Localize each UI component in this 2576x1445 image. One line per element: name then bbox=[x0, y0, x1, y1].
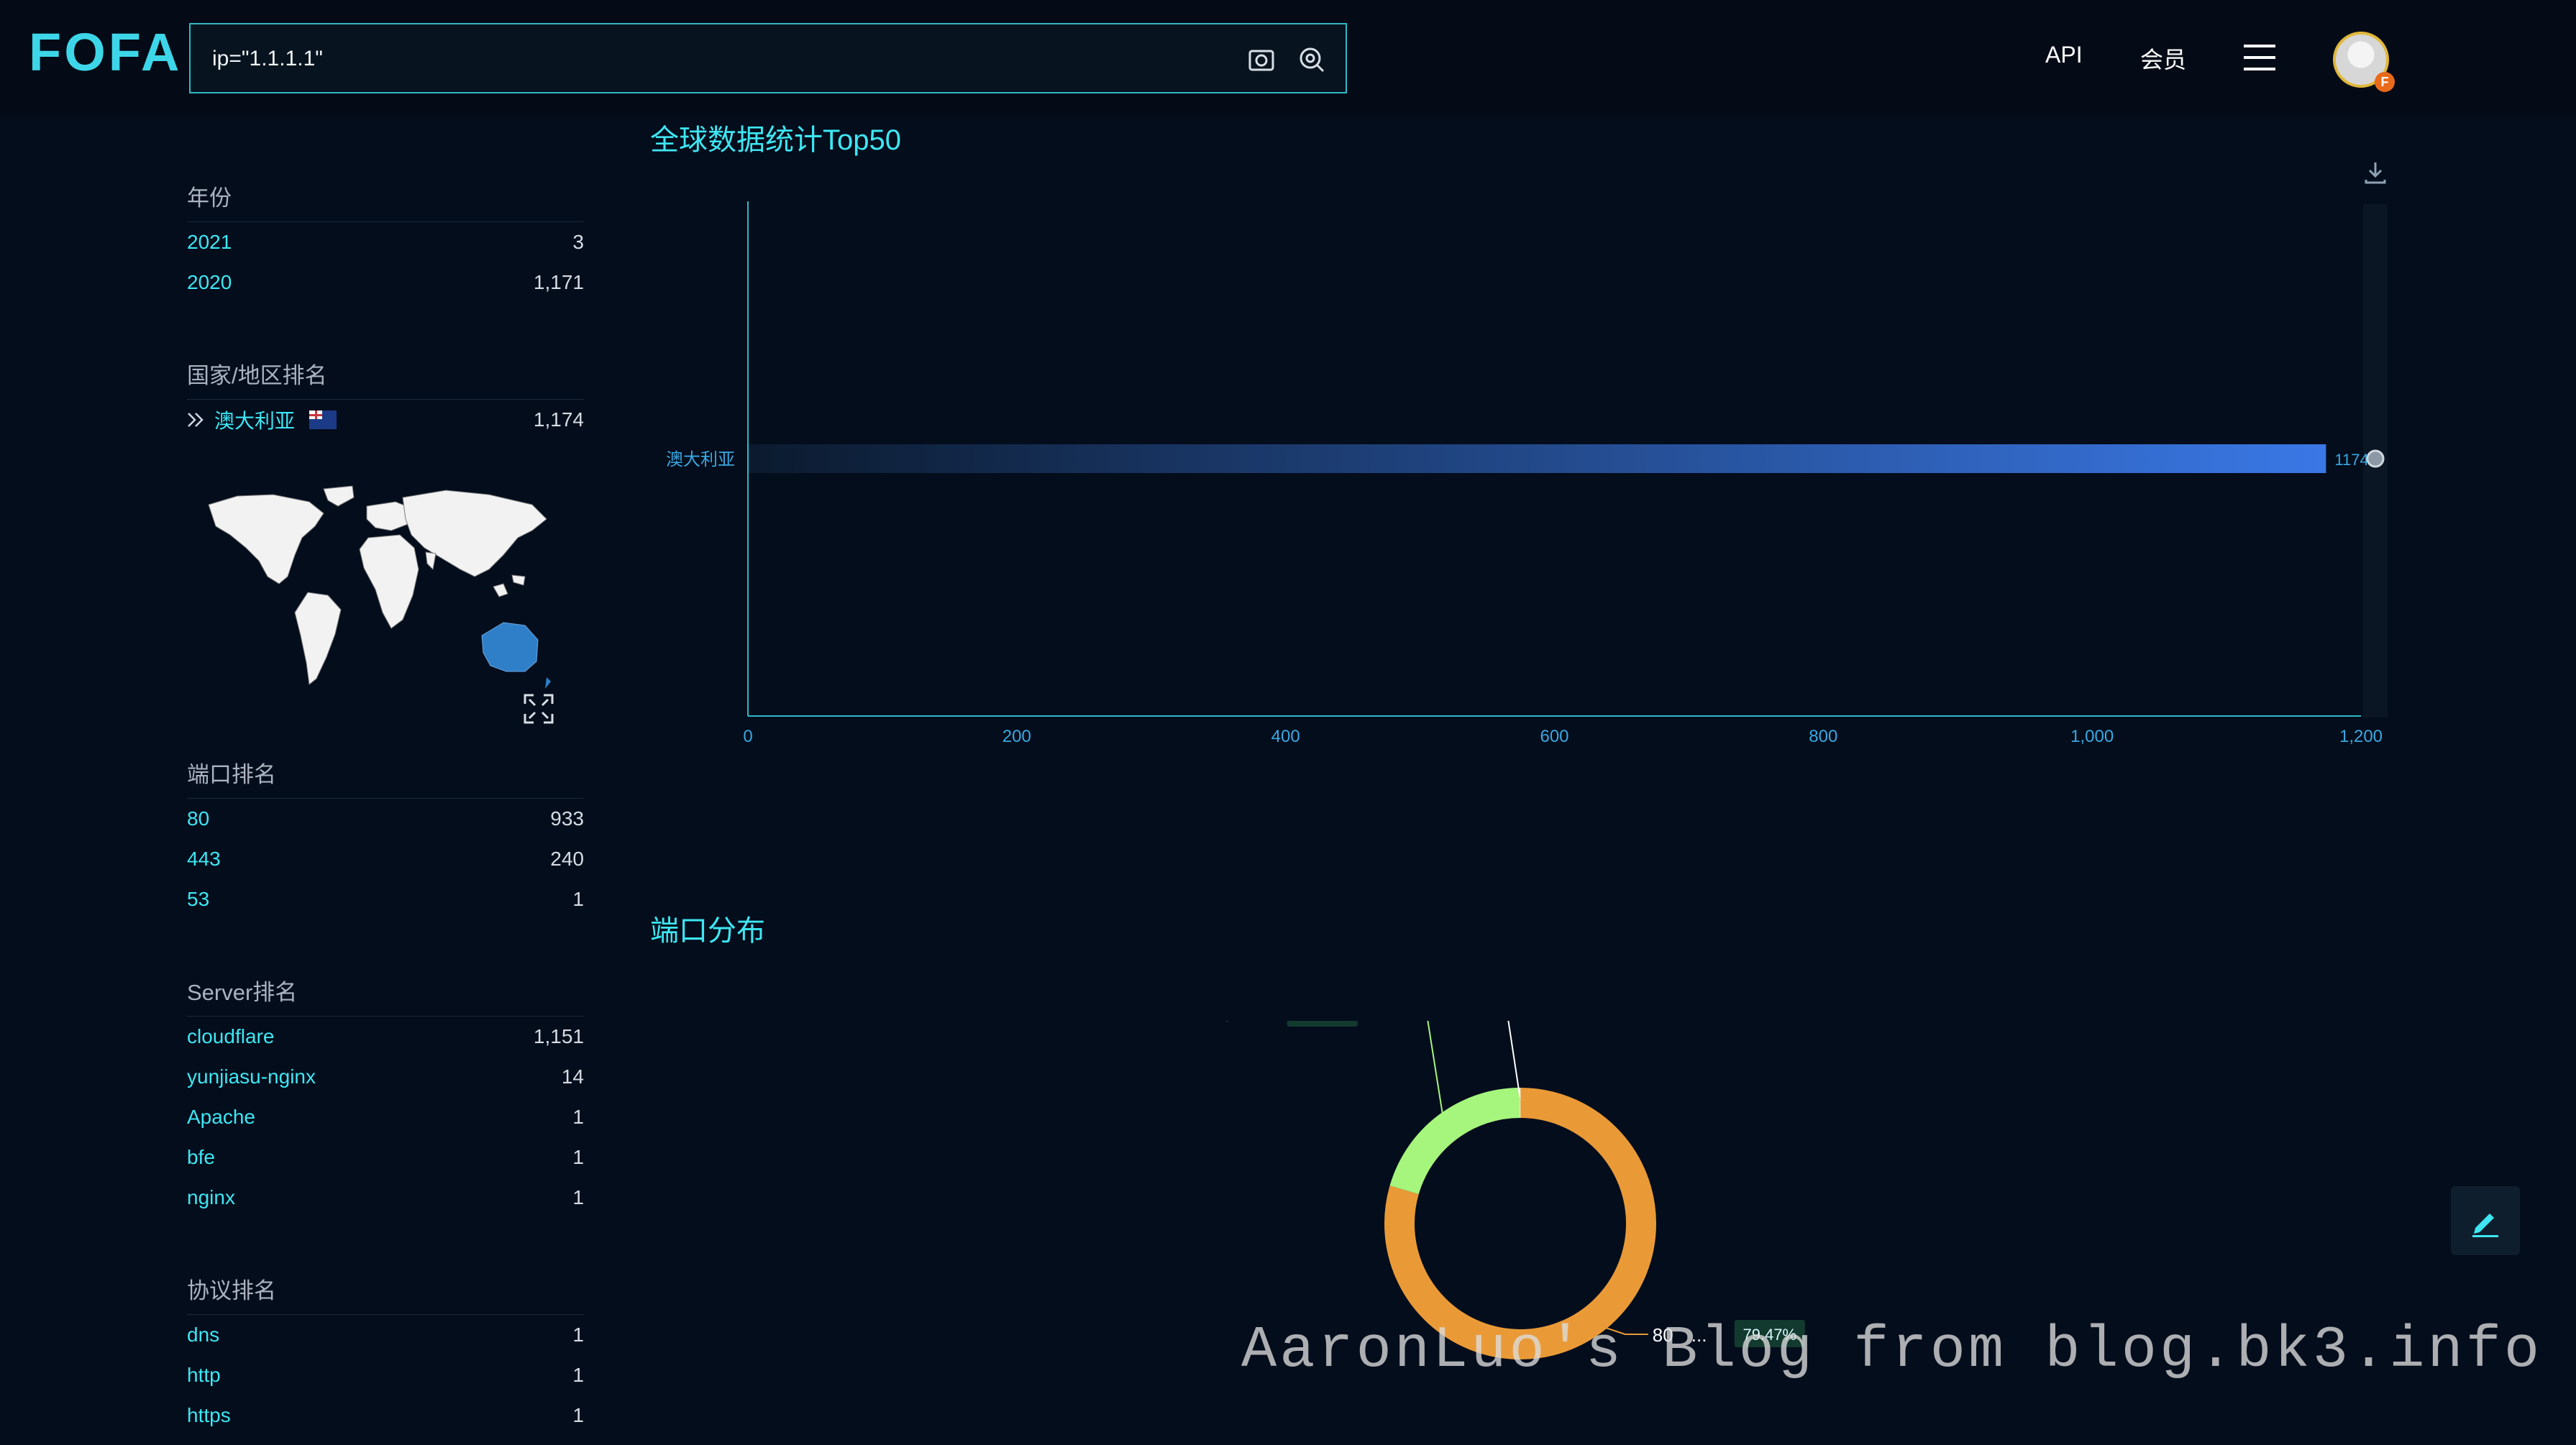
edit-button[interactable] bbox=[2451, 1186, 2520, 1255]
category-label: 澳大利亚 bbox=[666, 450, 735, 469]
x-tick-label: 0 bbox=[743, 727, 752, 746]
protocol-item[interactable]: dns 1 bbox=[187, 1315, 584, 1355]
country-item[interactable]: 澳大利亚 1,174 bbox=[187, 400, 584, 440]
year-item[interactable]: 2020 1,171 bbox=[187, 262, 584, 303]
protocol-item[interactable]: https 1 bbox=[187, 1395, 584, 1436]
port-distribution-title: 端口分布 bbox=[650, 915, 765, 947]
server-item[interactable]: cloudflare 1,151 bbox=[187, 1017, 584, 1057]
search-input[interactable] bbox=[211, 24, 1206, 93]
server-title: Server排名 bbox=[187, 974, 584, 1017]
port-item[interactable]: 53 1 bbox=[187, 879, 584, 919]
server-item[interactable]: bfe 1 bbox=[187, 1137, 584, 1178]
server-item[interactable]: Apache 1 bbox=[187, 1097, 584, 1137]
fullscreen-icon[interactable] bbox=[524, 694, 554, 728]
avatar-badge: F bbox=[2375, 72, 2395, 92]
server-item[interactable]: nginx 1 bbox=[187, 1178, 584, 1218]
search-box[interactable] bbox=[189, 23, 1347, 93]
x-tick-label: 1,000 bbox=[2070, 727, 2114, 746]
pencil-icon bbox=[2472, 1214, 2498, 1237]
watermark: AaronLuo's Blog from blog.bk3.info bbox=[1241, 1317, 2543, 1384]
percent-label: 20.44% bbox=[1295, 1021, 1349, 1023]
menu-icon[interactable] bbox=[2242, 42, 2277, 77]
country-label: 澳大利亚 bbox=[214, 410, 296, 432]
data-label: 1174 bbox=[2334, 451, 2368, 469]
member-link[interactable]: 会员 bbox=[2140, 42, 2186, 75]
bar[interactable] bbox=[749, 444, 2326, 473]
australia-flag-icon bbox=[309, 410, 337, 429]
x-tick-label: 1,200 bbox=[2339, 727, 2383, 746]
slice-label: 443 bbox=[1201, 1021, 1232, 1025]
country-title: 国家/地区排名 bbox=[187, 357, 584, 400]
leader-line bbox=[1427, 1021, 1445, 1123]
x-tick-label: 400 bbox=[1271, 727, 1300, 746]
server-item[interactable]: yunjiasu-nginx 14 bbox=[187, 1057, 584, 1097]
x-tick-label: 200 bbox=[1002, 727, 1031, 746]
avatar[interactable]: F bbox=[2333, 32, 2395, 92]
port-title: 端口排名 bbox=[187, 756, 584, 799]
api-link[interactable]: API bbox=[2045, 42, 2083, 68]
protocol-title: 协议排名 bbox=[187, 1272, 584, 1315]
double-chevron-right-icon bbox=[188, 413, 204, 427]
global-bar-chart: 澳大利亚 1174 0 200 400 600 800 1,000 1,200 bbox=[666, 201, 2388, 746]
year-item[interactable]: 2021 3 bbox=[187, 222, 584, 262]
image-search-icon[interactable] bbox=[1242, 40, 1281, 79]
world-map[interactable] bbox=[187, 469, 561, 728]
year-title: 年份 bbox=[187, 180, 584, 222]
port-item[interactable]: 80 933 bbox=[187, 799, 584, 839]
top-bar: FOFA API 会员 F bbox=[0, 0, 2576, 118]
sidebar: 年份 20213 20201,171 国家/地区排名 澳大利亚 1,174 bbox=[187, 129, 584, 1436]
x-tick-label: 800 bbox=[1809, 727, 1837, 746]
slice-ellipsis: ... bbox=[1260, 1021, 1276, 1025]
leader-line bbox=[1507, 1021, 1521, 1098]
port-item[interactable]: 443 240 bbox=[187, 839, 584, 879]
fofa-logo[interactable]: FOFA bbox=[29, 22, 182, 83]
zoom-slider-handle[interactable] bbox=[2366, 449, 2385, 468]
protocol-item[interactable]: http 1 bbox=[187, 1355, 584, 1395]
x-tick-label: 600 bbox=[1540, 727, 1568, 746]
search-icon[interactable] bbox=[1292, 40, 1331, 79]
